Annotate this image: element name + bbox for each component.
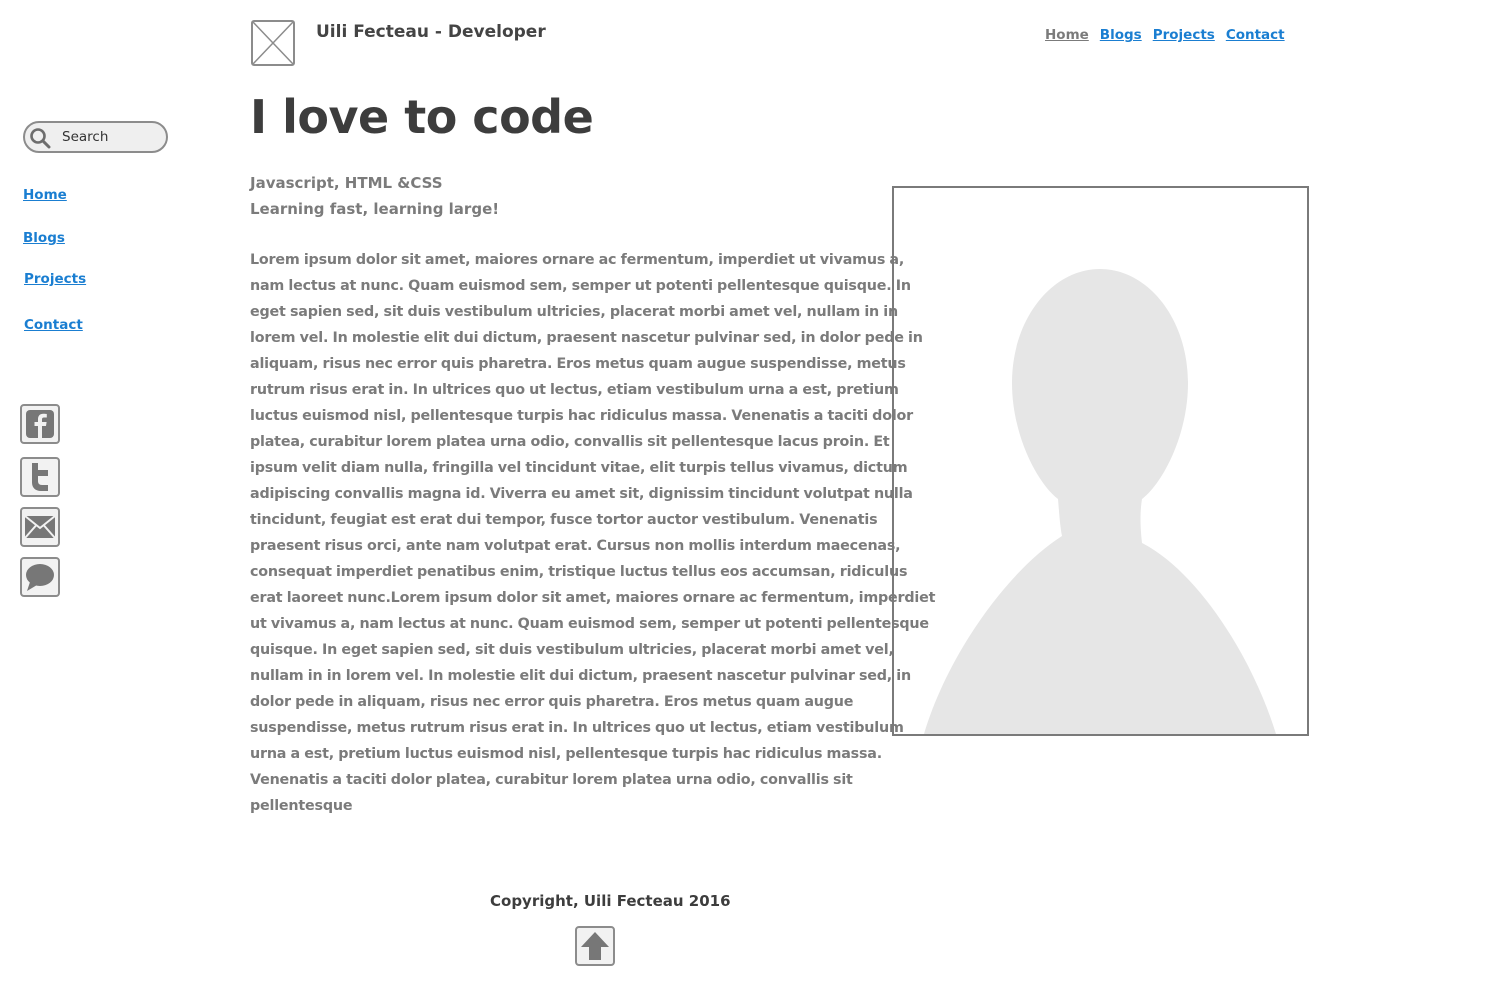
side-nav-home-link[interactable]: Home	[23, 187, 67, 203]
back-to-top-arrow-icon[interactable]	[575, 926, 615, 966]
search-box	[23, 121, 168, 153]
copyright-text: Copyright, Uili Fecteau 2016	[490, 892, 731, 910]
top-nav-blogs-link[interactable]: Blogs	[1100, 27, 1142, 43]
side-nav-blogs-link[interactable]: Blogs	[23, 230, 65, 246]
mail-icon[interactable]	[20, 507, 60, 547]
top-nav-projects-link[interactable]: Projects	[1153, 27, 1215, 43]
body-paragraph: Lorem ipsum dolor sit amet, maiores orna…	[250, 252, 936, 814]
twitter-icon[interactable]	[20, 457, 60, 497]
side-nav-projects-link[interactable]: Projects	[24, 271, 86, 287]
subheading-tagline: Learning fast, learning large!	[250, 200, 500, 218]
search-input[interactable]	[62, 128, 157, 146]
site-title: Uili Fecteau - Developer	[316, 22, 546, 42]
logo-placeholder-image	[251, 20, 295, 66]
facebook-icon[interactable]	[20, 404, 60, 444]
subheading-skills: Javascript, HTML &CSS	[250, 174, 443, 192]
top-nav-home-link[interactable]: Home	[1045, 27, 1089, 43]
side-nav-contact-link[interactable]: Contact	[24, 317, 83, 333]
page-heading: I love to code	[250, 90, 594, 144]
profile-placeholder-image	[892, 186, 1309, 736]
chat-icon[interactable]	[20, 557, 60, 597]
top-nav-contact-link[interactable]: Contact	[1226, 27, 1285, 43]
search-icon[interactable]	[29, 127, 51, 149]
top-nav: Home Blogs Projects Contact	[1045, 27, 1285, 43]
